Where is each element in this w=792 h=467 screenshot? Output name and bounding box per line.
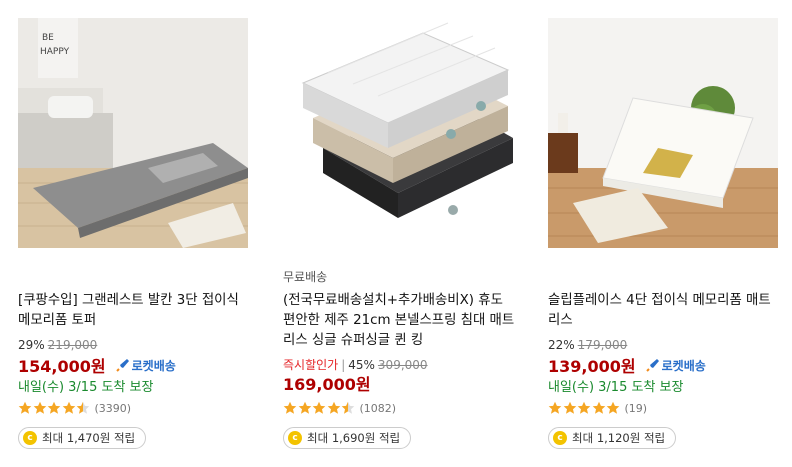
rating: (19) xyxy=(548,401,647,415)
star-rating xyxy=(548,401,621,415)
star-icon xyxy=(62,401,75,414)
original-price: 309,000 xyxy=(377,358,428,372)
product-card[interactable]: BE HAPPY [쿠팡수입] 그랜레스트 발칸 3단 접이식 메모리폼 토퍼 … xyxy=(18,0,250,449)
star-icon xyxy=(312,401,326,414)
discount-rate: 45% xyxy=(348,358,375,372)
free-shipping-tag: 무료배송 xyxy=(283,270,328,284)
delivery-info: 내일(수) 3/15 도착 보장 xyxy=(548,380,684,395)
rocket-badge: 로켓배송 xyxy=(115,357,176,374)
original-price: 219,000 xyxy=(47,338,98,352)
product-card[interactable]: 무료배송 (전국무료배송설치+추가배송비X) 휴도 편안한 제주 21cm 본넬… xyxy=(283,0,515,449)
price-meta: 22% 179,000 xyxy=(548,338,627,352)
reward-badge: c 최대 1,120원 적립 xyxy=(548,427,677,449)
star-icon xyxy=(76,401,90,414)
star-icon xyxy=(592,401,605,414)
product-image[interactable]: BE HAPPY xyxy=(18,18,248,248)
star-rating xyxy=(18,401,91,415)
sale-price-row: 169,000원 xyxy=(283,371,371,395)
sale-price: 169,000원 xyxy=(283,375,371,394)
star-icon xyxy=(577,401,591,414)
rocket-badge: 로켓배송 xyxy=(645,357,706,374)
star-icon xyxy=(33,401,46,414)
star-icon xyxy=(283,401,297,414)
poster-text-2: HAPPY xyxy=(40,47,70,57)
star-icon xyxy=(298,401,311,414)
sale-price-row: 139,000원 로켓배송 xyxy=(548,353,706,377)
coin-icon: c xyxy=(553,431,567,445)
star-icon xyxy=(563,401,576,414)
star-icon xyxy=(606,401,620,414)
original-price: 179,000 xyxy=(577,338,628,352)
review-count: (19) xyxy=(624,401,648,415)
rating: (1082) xyxy=(283,401,396,415)
reward-badge: c 최대 1,690원 적립 xyxy=(283,427,412,449)
rocket-label: 로켓배송 xyxy=(131,358,176,373)
product-image[interactable] xyxy=(548,18,778,248)
sale-price: 154,000원 xyxy=(18,357,106,376)
coin-icon: c xyxy=(23,431,37,445)
discount-rate: 29% xyxy=(18,338,45,352)
product-title[interactable]: [쿠팡수입] 그랜레스트 발칸 3단 접이식 메모리폼 토퍼 xyxy=(18,291,250,331)
rocket-icon xyxy=(645,359,659,372)
reward-badge: c 최대 1,470원 적립 xyxy=(18,427,147,449)
reward-text: 최대 1,690원 적립 xyxy=(307,431,401,445)
rocket-icon xyxy=(115,359,129,372)
discount-rate: 22% xyxy=(548,338,575,352)
delivery-info: 내일(수) 3/15 도착 보장 xyxy=(18,380,154,395)
review-count: (1082) xyxy=(359,401,397,415)
star-icon xyxy=(548,401,562,414)
review-count: (3390) xyxy=(94,401,132,415)
sale-price-row: 154,000원 로켓배송 xyxy=(18,353,176,377)
product-title[interactable]: 슬립플레이스 4단 접이식 메모리폼 매트리스 xyxy=(548,291,780,331)
product-title[interactable]: (전국무료배송설치+추가배송비X) 휴도 편안한 제주 21cm 본넬스프링 침… xyxy=(283,291,515,351)
sale-price: 139,000원 xyxy=(548,357,636,376)
star-icon xyxy=(341,401,355,414)
star-rating xyxy=(283,401,356,415)
rocket-label: 로켓배송 xyxy=(661,358,706,373)
reward-text: 최대 1,470원 적립 xyxy=(42,431,136,445)
coin-icon: c xyxy=(288,431,302,445)
rating: (3390) xyxy=(18,401,131,415)
star-icon xyxy=(47,401,61,414)
product-image[interactable] xyxy=(283,18,513,248)
price-meta: 29% 219,000 xyxy=(18,338,97,352)
product-card[interactable]: 슬립플레이스 4단 접이식 메모리폼 매트리스 22% 179,000 139,0… xyxy=(548,0,780,449)
star-icon xyxy=(327,401,340,414)
instant-discount-label: 즉시할인가 xyxy=(283,358,339,372)
reward-text: 최대 1,120원 적립 xyxy=(572,431,666,445)
poster-text-1: BE xyxy=(42,33,54,43)
star-icon xyxy=(18,401,32,414)
